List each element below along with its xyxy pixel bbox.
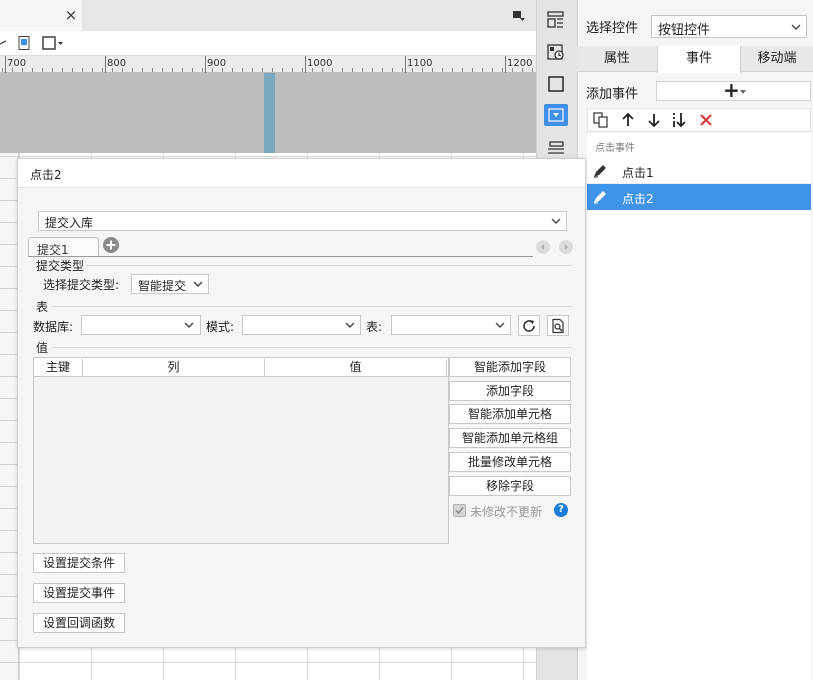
section-divider <box>86 265 572 266</box>
add-event-label: 添加事件 <box>586 87 639 102</box>
edit-icon[interactable] <box>592 163 608 179</box>
column-header-value[interactable]: 值 <box>265 359 447 376</box>
smart-add-cell-button[interactable]: 智能添加单元格 <box>449 404 571 424</box>
toolbar-page-icon[interactable] <box>17 35 31 51</box>
tab-scroll-right-icon[interactable] <box>559 240 573 254</box>
toolbar-partial-icon[interactable] <box>0 36 8 50</box>
chevron-down-icon[interactable] <box>180 316 198 334</box>
ruler-label: 1100 <box>407 58 433 69</box>
ruler-major-tick <box>505 56 506 73</box>
ruler-major-tick <box>5 56 6 73</box>
field-mapping-table[interactable] <box>33 357 449 544</box>
table-section-title: 表 <box>36 300 49 314</box>
ruler-label: 1000 <box>307 58 333 69</box>
chevron-down-icon[interactable] <box>341 316 359 334</box>
move-up-icon[interactable] <box>619 111 637 129</box>
ruler-label: 900 <box>207 58 227 69</box>
tab-mobile[interactable]: 移动端 <box>741 46 813 72</box>
preview-table-button[interactable] <box>547 315 569 336</box>
no-update-label: 未修改不更新 <box>470 505 543 519</box>
help-icon[interactable]: ? <box>554 503 568 517</box>
action-select-value: 提交入库 <box>45 216 94 230</box>
ruler-label: 1200 <box>507 58 533 69</box>
event-group-label: 点击事件 <box>595 143 635 154</box>
layout-grid-icon[interactable] <box>546 10 566 30</box>
set-submit-event-button[interactable]: 设置提交事件 <box>33 583 125 603</box>
add-tab-icon[interactable] <box>102 236 120 254</box>
select-widget-label: 选择控件 <box>586 21 639 36</box>
set-callback-button[interactable]: 设置回调函数 <box>33 613 125 633</box>
ruler-major-tick <box>205 56 206 73</box>
refresh-button[interactable] <box>518 315 540 336</box>
move-bottom-icon[interactable] <box>670 111 688 129</box>
editor-toolbar <box>0 31 536 56</box>
tab-menu-icon[interactable] <box>511 8 527 24</box>
chevron-down-icon[interactable] <box>491 316 509 334</box>
checkmark-icon <box>455 507 464 515</box>
move-down-icon[interactable] <box>645 111 663 129</box>
submit-type-section-title: 提交类型 <box>36 259 85 273</box>
ruler-label: 800 <box>107 58 127 69</box>
submit-type-value: 智能提交 <box>138 279 187 293</box>
database-label: 数据库: <box>33 320 74 334</box>
section-divider <box>52 347 572 348</box>
no-update-checkbox[interactable] <box>453 504 466 517</box>
ruler-major-tick <box>305 56 306 73</box>
list-widget-icon[interactable] <box>546 138 566 158</box>
dialog-header <box>18 159 585 188</box>
chevron-down-icon[interactable] <box>787 18 805 36</box>
event-list <box>587 133 811 680</box>
chevron-down-icon[interactable] <box>547 212 565 230</box>
widget-select-value: 按钮控件 <box>658 23 711 38</box>
dialog-title: 点击2 <box>30 168 62 182</box>
edit-icon[interactable] <box>592 189 608 205</box>
event-item[interactable] <box>587 158 811 184</box>
add-field-button[interactable]: 添加字段 <box>449 381 571 401</box>
column-header-column[interactable]: 列 <box>83 359 265 376</box>
smart-add-cell-group-button[interactable]: 智能添加单元格组 <box>449 428 571 448</box>
tab-events[interactable]: 事件 <box>657 46 741 73</box>
smart-add-field-button[interactable]: 智能添加字段 <box>449 357 571 377</box>
column-header-key[interactable]: 主键 <box>34 359 83 376</box>
tab-scroll-left-icon[interactable] <box>536 240 550 254</box>
ruler-major-tick <box>105 56 106 73</box>
ruler-major-tick <box>405 56 406 73</box>
horizontal-ruler <box>0 56 536 73</box>
mode-label: 模式: <box>206 320 235 334</box>
set-submit-condition-button[interactable]: 设置提交条件 <box>33 553 125 573</box>
toolbar-border-icon[interactable] <box>41 35 67 51</box>
frame-icon[interactable] <box>546 74 566 94</box>
event-item-label: 点击2 <box>622 192 654 206</box>
tab-baseline <box>28 256 533 257</box>
action-select[interactable] <box>38 211 567 231</box>
event-item-label: 点击1 <box>622 166 654 180</box>
batch-modify-cells-button[interactable]: 批量修改单元格 <box>449 452 571 472</box>
report-block-icon[interactable] <box>546 42 566 62</box>
table-label: 表: <box>366 320 383 334</box>
dropdown-widget-icon[interactable] <box>544 104 568 126</box>
refresh-icon <box>523 320 535 332</box>
canvas-guide-marker <box>264 73 275 153</box>
copy-icon[interactable] <box>592 111 610 129</box>
add-event-button[interactable]: + <box>656 78 811 102</box>
chevron-down-icon[interactable] <box>189 275 207 293</box>
tab-properties[interactable]: 属性 <box>577 46 657 72</box>
preview-icon <box>552 318 564 334</box>
ruler-label: 700 <box>7 58 27 69</box>
remove-field-button[interactable]: 移除字段 <box>449 476 571 496</box>
plus-icon: + <box>723 78 740 102</box>
value-section-title: 值 <box>36 341 49 355</box>
caret-down-icon <box>740 90 746 94</box>
submit-type-label: 选择提交类型: <box>43 278 120 292</box>
delete-icon[interactable] <box>697 111 715 129</box>
tab-close-icon[interactable]: × <box>64 6 78 24</box>
event-item-selected[interactable] <box>587 184 811 210</box>
section-divider <box>52 306 572 307</box>
